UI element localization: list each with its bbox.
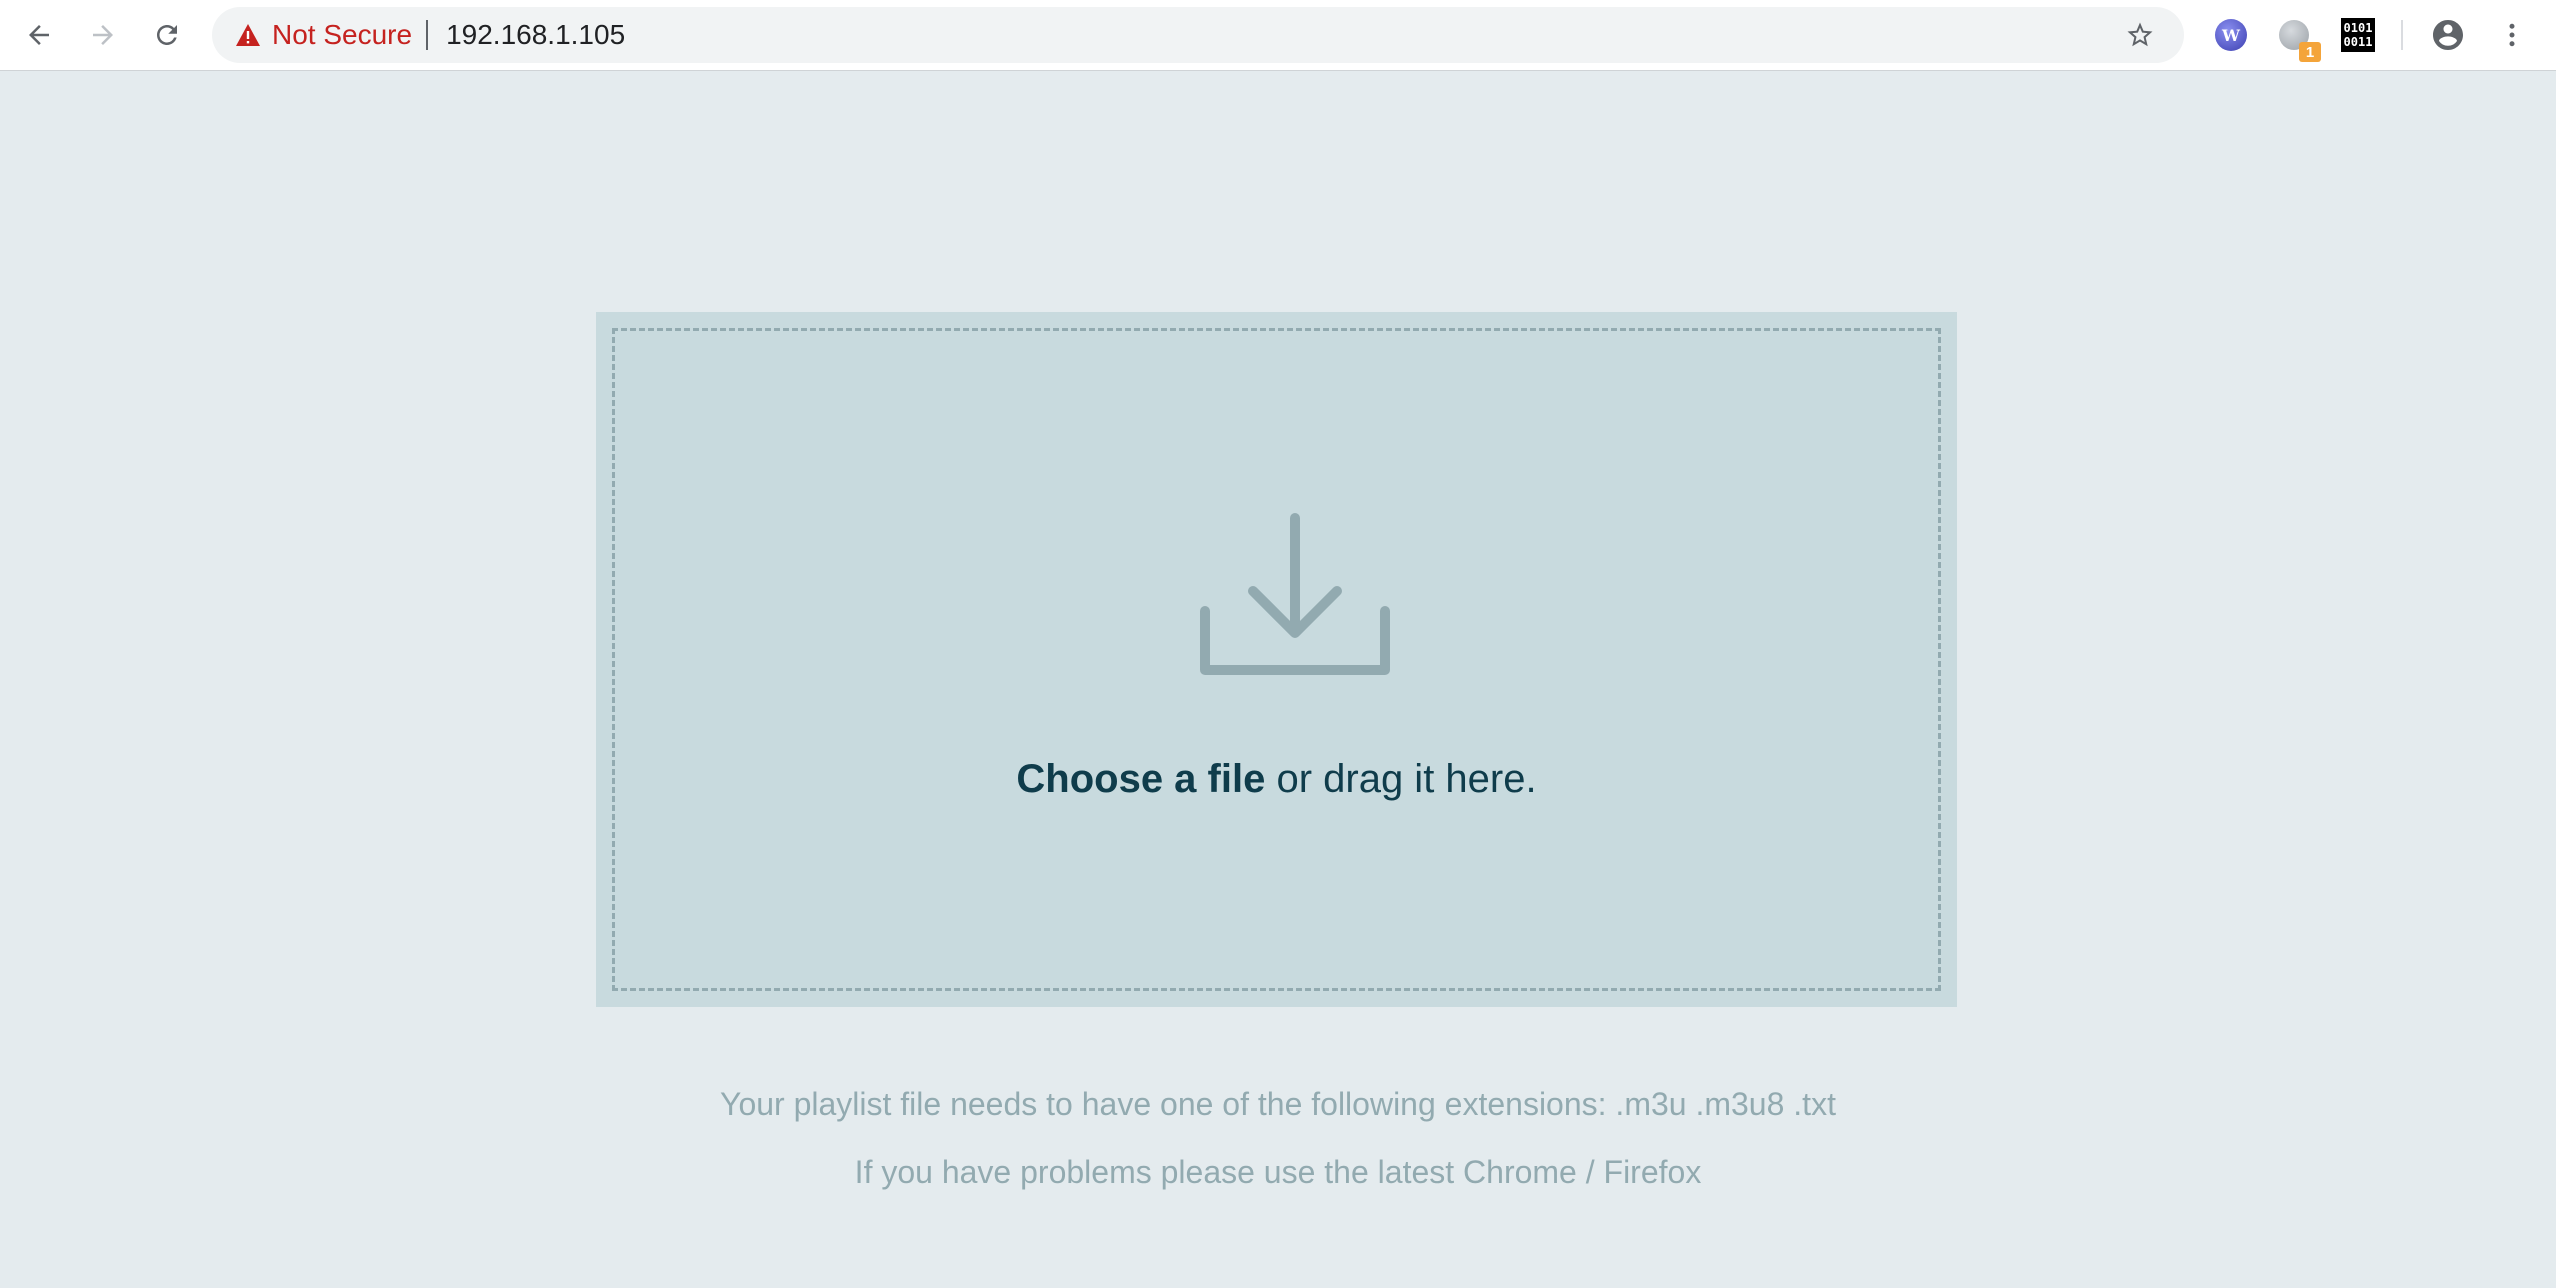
more-vert-icon [2509,23,2515,47]
grey-extension-circle: 1 [2279,20,2321,62]
dropzone-prompt: Choose a file or drag it here. [615,757,1938,802]
file-dropzone[interactable]: Choose a file or drag it here. [596,312,1957,1007]
security-status-label[interactable]: Not Secure [272,19,412,51]
dropzone-dashed-border: Choose a file or drag it here. [612,328,1941,991]
bookmark-star-button[interactable] [2118,13,2162,57]
grey-extension-icon[interactable]: 1 [2274,15,2321,62]
wikiwand-extension-icon[interactable]: W [2211,15,2251,55]
binary-glyph: 0101 0011 [2341,18,2375,52]
reload-button[interactable] [145,13,189,57]
forward-button[interactable] [81,13,125,57]
account-circle-icon [2433,20,2463,50]
forward-arrow-icon [93,25,113,45]
binary-line-2: 0011 [2343,35,2373,49]
drag-hint-text: or drag it here. [1265,757,1537,801]
extension-badge: 1 [2299,42,2321,62]
profile-button[interactable] [2426,13,2470,57]
choose-file-link[interactable]: Choose a file [1016,757,1265,801]
address-bar[interactable]: Not Secure 192.168.1.105 [212,7,2184,63]
binary-extension-icon[interactable]: 0101 0011 [2338,15,2378,55]
binary-line-1: 0101 [2343,21,2373,35]
back-arrow-icon [29,25,49,45]
address-bar-divider [426,20,429,50]
browser-hint: If you have problems please use the late… [854,1154,1702,1190]
download-icon [1200,513,1390,675]
star-icon [2127,22,2153,47]
back-button[interactable] [17,13,61,57]
toolbar-divider [2401,20,2403,50]
warning-triangle-icon[interactable] [234,21,262,49]
wikiwand-glyph: W [2215,19,2247,51]
browser-toolbar: Not Secure 192.168.1.105 W 1 0101 0011 [0,0,2556,71]
extensions-hint: Your playlist file needs to have one of … [720,1086,1836,1122]
browser-menu-button[interactable] [2490,13,2534,57]
reload-icon [157,25,177,45]
url-text[interactable]: 192.168.1.105 [446,19,625,51]
